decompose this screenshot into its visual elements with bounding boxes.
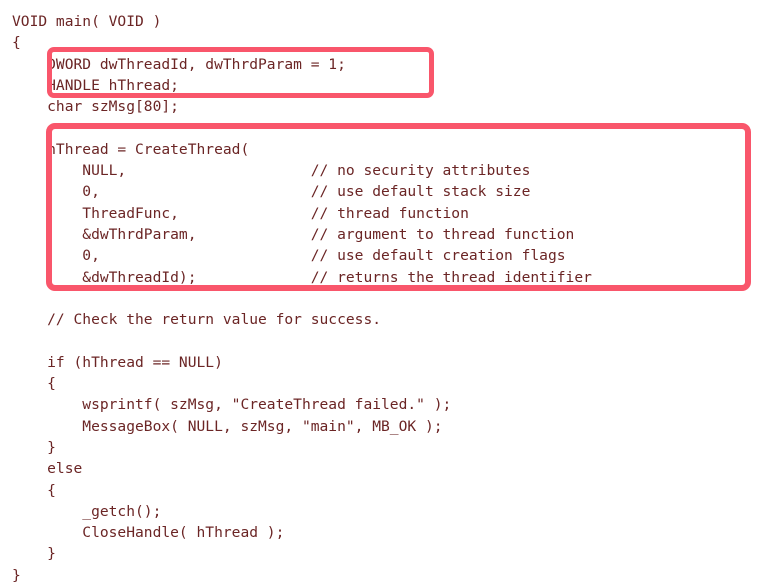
source-code-text[interactable]: VOID main( VOID ) { DWORD dwThreadId, dw… (12, 11, 592, 586)
code-listing-surface: VOID main( VOID ) { DWORD dwThreadId, dw… (0, 0, 778, 584)
